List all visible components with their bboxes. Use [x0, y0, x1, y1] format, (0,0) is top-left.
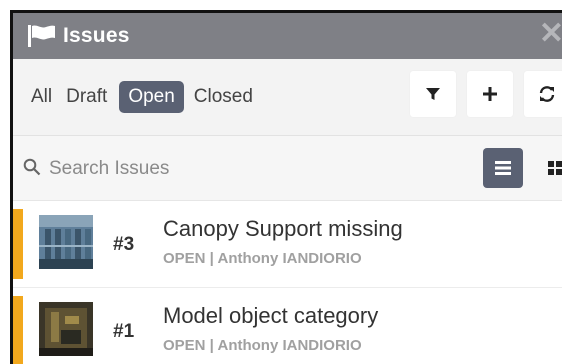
issue-thumbnail	[39, 302, 93, 356]
list-view-button[interactable]	[483, 148, 523, 188]
tab-closed[interactable]: Closed	[194, 81, 253, 113]
filter-button[interactable]	[410, 71, 456, 117]
issue-thumbnail	[39, 215, 93, 269]
grid-view-button[interactable]	[535, 148, 562, 188]
tab-draft[interactable]: Draft	[66, 81, 107, 113]
grid-view-icon	[548, 161, 562, 175]
search-icon	[23, 158, 41, 176]
tab-all[interactable]: All	[31, 81, 52, 113]
issue-row[interactable]: #1 Model object category OPEN | Anthony …	[13, 288, 562, 364]
issue-number: #3	[113, 234, 135, 255]
tab-open[interactable]: Open	[119, 81, 184, 113]
panel-title: Issues	[63, 24, 130, 47]
issue-title: Canopy Support missing	[163, 216, 403, 241]
status-indicator	[13, 296, 23, 364]
toolbar	[410, 71, 562, 117]
issue-list: #3 Canopy Support missing OPEN | Anthony…	[13, 201, 562, 364]
search-input[interactable]	[47, 152, 471, 186]
issue-title: Model object category	[163, 303, 379, 328]
issues-panel: Issues ✕ All Draft Open Closed Search Is…	[10, 10, 562, 364]
filter-icon	[426, 88, 440, 100]
search-bar	[13, 136, 562, 201]
status-indicator	[13, 209, 23, 279]
panel-header: Issues ✕	[13, 13, 562, 59]
plus-icon	[483, 87, 497, 101]
close-icon[interactable]: ✕	[539, 19, 562, 49]
refresh-icon	[539, 86, 555, 102]
issue-number: #1	[113, 321, 135, 342]
list-view-icon	[495, 161, 511, 175]
status-tabs: All Draft Open Closed	[13, 59, 562, 136]
add-issue-button[interactable]	[467, 71, 513, 117]
issue-meta: OPEN | Anthony IANDIORIO	[163, 250, 362, 267]
issue-meta: OPEN | Anthony IANDIORIO	[163, 337, 362, 354]
flag-icon	[28, 25, 55, 47]
refresh-button[interactable]	[524, 71, 562, 117]
issue-row[interactable]: #3 Canopy Support missing OPEN | Anthony…	[13, 201, 562, 288]
